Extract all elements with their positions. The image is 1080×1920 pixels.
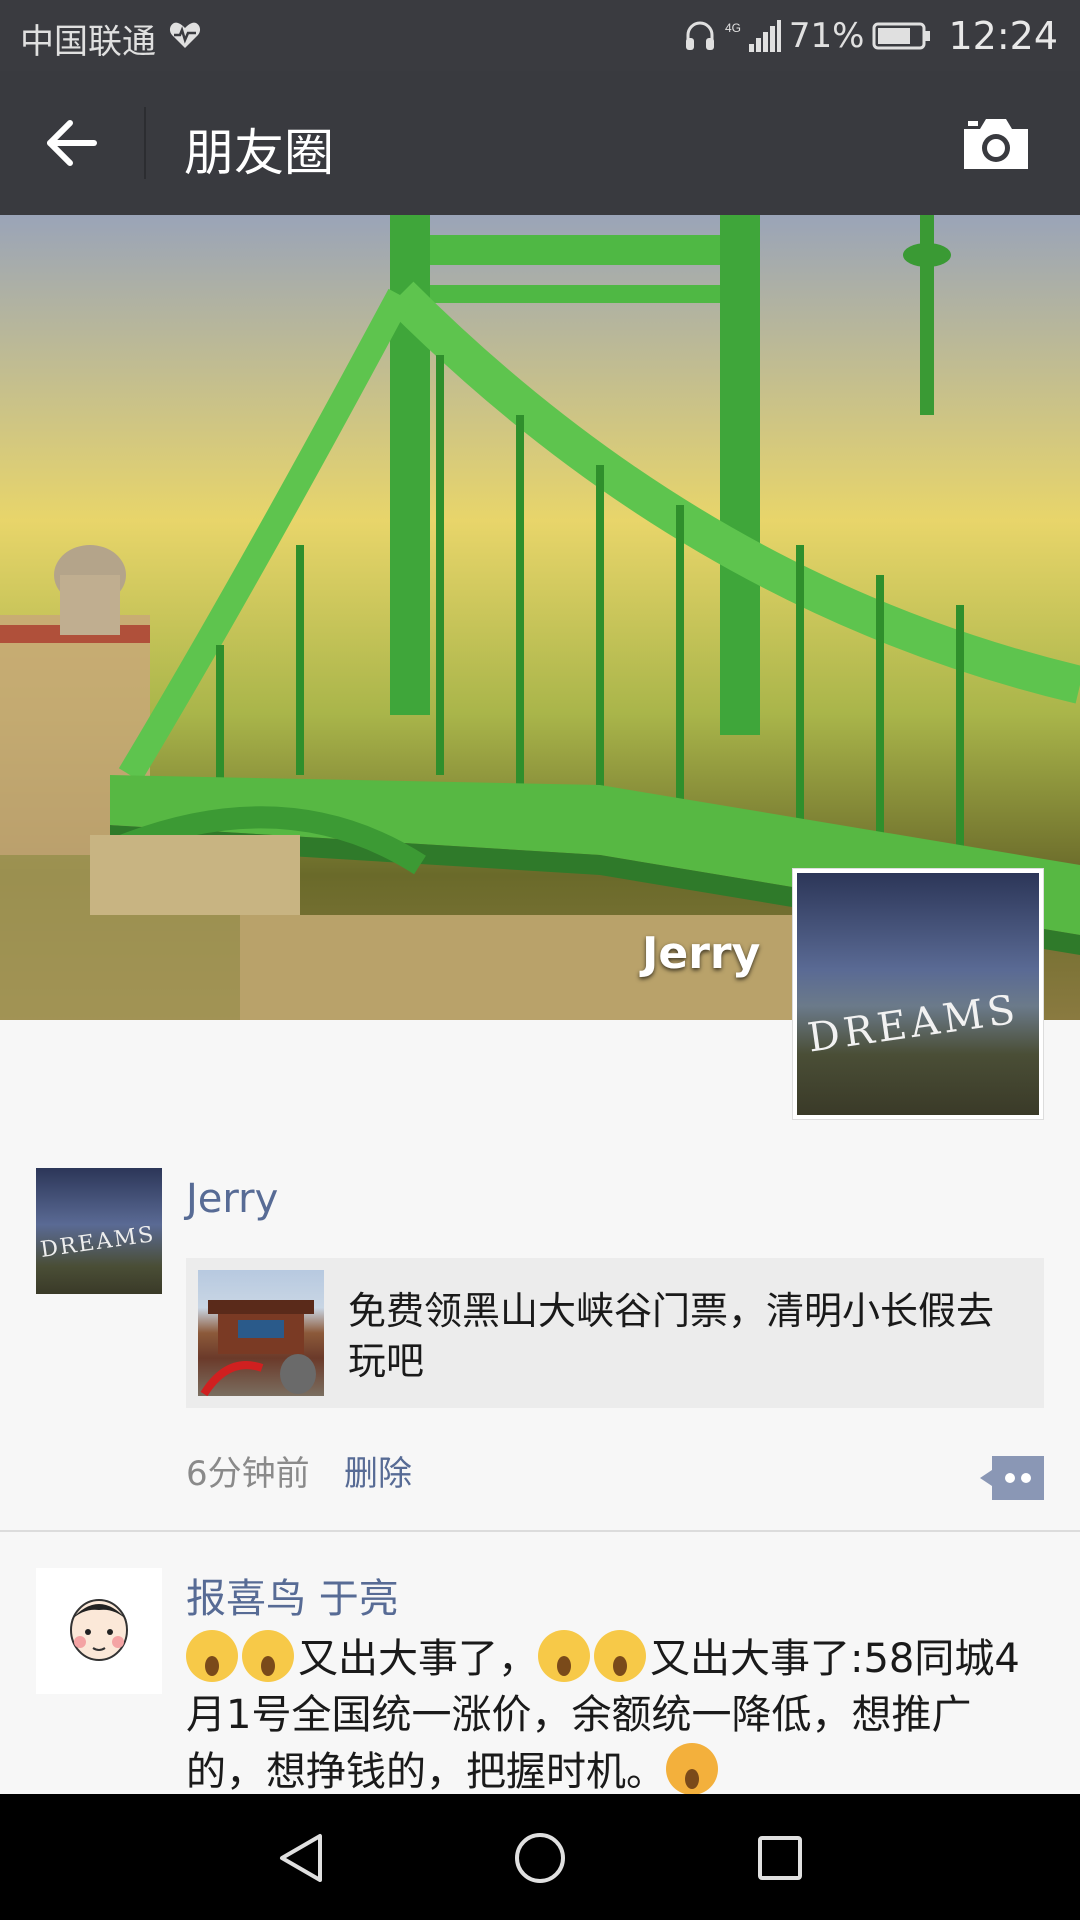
scream-emoji-icon	[538, 1630, 590, 1682]
title-divider	[144, 107, 146, 179]
comment-more-icon[interactable]	[980, 1456, 1044, 1500]
page-title: 朋友圈	[184, 124, 334, 182]
scream-emoji-icon	[242, 1630, 294, 1682]
signal-icon: 4G	[725, 20, 781, 52]
scream-emoji-icon	[186, 1630, 238, 1682]
nav-back-icon[interactable]	[274, 1830, 330, 1886]
angry-emoji-icon	[666, 1743, 718, 1794]
cartoon-face-avatar	[70, 1599, 128, 1661]
post-author[interactable]: Jerry	[186, 1176, 278, 1222]
health-heart-icon	[169, 22, 201, 48]
delete-link[interactable]: 删除	[344, 1446, 412, 1495]
post-avatar[interactable]: DREAMS	[36, 1168, 162, 1294]
carrier-name: 中国联通	[20, 22, 156, 62]
system-nav-bar	[0, 1794, 1080, 1920]
back-arrow-icon[interactable]	[42, 113, 102, 173]
profile-avatar[interactable]: DREAMS	[792, 868, 1044, 1120]
moment-post: DREAMS Jerry 免费领黑山大峡谷门票，清明小长假去玩吧 6分钟前 删除	[0, 1120, 1080, 1532]
scream-emoji-icon	[594, 1630, 646, 1682]
nav-home-icon[interactable]	[512, 1830, 568, 1886]
title-bar: 朋友圈	[0, 71, 1080, 215]
moments-feed: DREAMS Jerry 免费领黑山大峡谷门票，清明小长假去玩吧 6分钟前 删除	[0, 1120, 1080, 1794]
svg-text:4G: 4G	[725, 21, 741, 35]
status-bar: 中国联通 4G 71% 12:24	[0, 0, 1080, 71]
post-avatar[interactable]	[36, 1568, 162, 1694]
post-text: 又出大事了， 又出大事了:58同城4月1号全国统一涨价，余额统一降低，想推广的，想…	[186, 1630, 1026, 1794]
cover-user-name: Jerry	[642, 928, 761, 979]
shared-link-card[interactable]: 免费领黑山大峡谷门票，清明小长假去玩吧	[186, 1258, 1044, 1408]
nav-recents-icon[interactable]	[752, 1830, 808, 1886]
headset-icon	[685, 21, 714, 50]
post-text-part1: 又出大事了，	[298, 1636, 538, 1682]
shared-link-title: 免费领黑山大峡谷门票，清明小长假去玩吧	[348, 1289, 995, 1383]
post-avatar-text: DREAMS	[38, 1222, 157, 1263]
battery-icon	[872, 22, 931, 50]
avatar-dreams-text: DREAMS	[804, 986, 1022, 1062]
post-author[interactable]: 报喜鸟 于亮	[186, 1566, 399, 1624]
post-timestamp: 6分钟前	[186, 1454, 310, 1494]
status-right-group: 4G 71% 12:24	[683, 12, 1058, 60]
camera-icon[interactable]	[960, 115, 1032, 173]
battery-percent: 71%	[788, 16, 865, 56]
moment-post: 报喜鸟 于亮 又出大事了， 又出大事了:58同城4月1号全国统一涨价，余额统一降低…	[0, 1532, 1080, 1794]
shared-link-thumbnail	[198, 1270, 324, 1396]
moments-page: 中国联通 4G 71% 12:24 朋友圈 Jerry DREAMS DREAM…	[0, 0, 1080, 1920]
clock: 12:24	[948, 14, 1058, 58]
